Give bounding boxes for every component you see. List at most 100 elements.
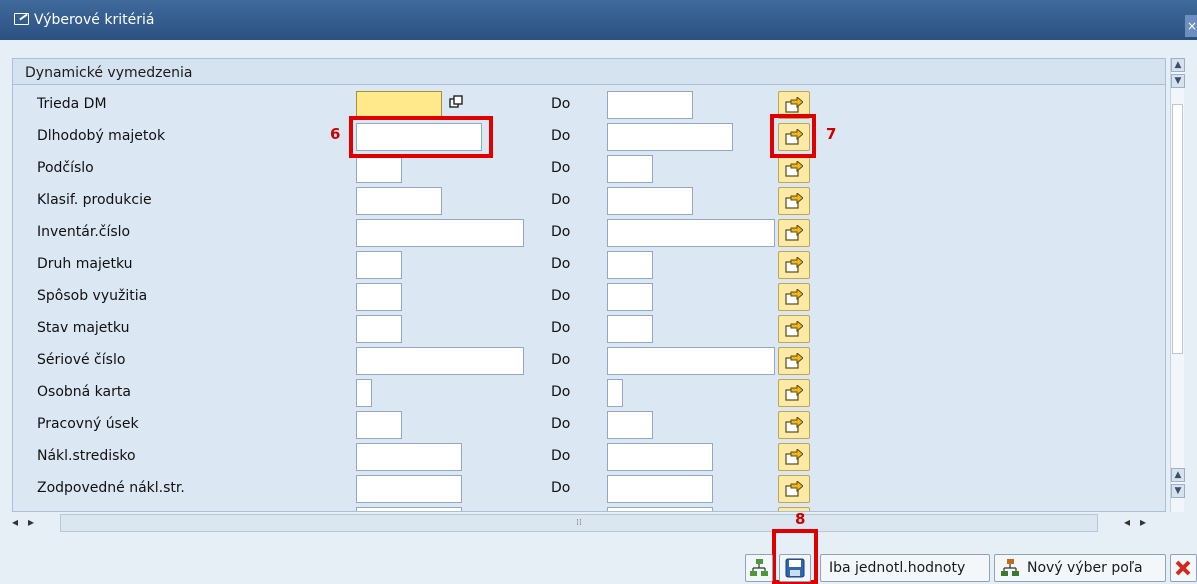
arrow-right-icon [785, 225, 803, 241]
window-icon [14, 13, 29, 25]
multiple-selection-button[interactable] [778, 475, 810, 503]
to-label: Do [551, 384, 571, 400]
highlight-box-6 [349, 116, 493, 158]
multiple-selection-button[interactable] [778, 443, 810, 471]
to-label: Do [551, 128, 571, 144]
scroll-right-icon[interactable]: ▸ [1140, 515, 1146, 529]
field-label: Nákl.stredisko [37, 448, 136, 464]
to-label: Do [551, 416, 571, 432]
partial-to-input[interactable] [607, 507, 713, 511]
production-class-from-input[interactable] [356, 187, 442, 215]
arrow-right-icon [785, 417, 803, 433]
scroll-down-icon[interactable]: ▼ [1171, 74, 1185, 88]
work-section-to-input[interactable] [607, 411, 653, 439]
usage-to-input[interactable] [607, 283, 653, 311]
highlight-box-7 [770, 114, 816, 158]
multiple-selection-button[interactable] [778, 155, 810, 183]
save-button[interactable] [779, 554, 811, 582]
panel-header: Dynamické vymedzenia [13, 59, 1165, 85]
subnumber-from-input[interactable] [356, 155, 402, 183]
vertical-scrollbar[interactable]: ▲ ▼ ▲ ▼ [1170, 58, 1185, 512]
criteria-row: Klasif. produkcie Do [13, 185, 1165, 217]
production-class-to-input[interactable] [607, 187, 693, 215]
personnel-card-to-input[interactable] [607, 379, 623, 407]
criteria-row-partial [13, 505, 1165, 511]
criteria-row: Podčíslo Do [13, 153, 1165, 185]
to-label: Do [551, 224, 571, 240]
close-icon[interactable]: × [1185, 15, 1197, 37]
to-label: Do [551, 480, 571, 496]
asset-status-from-input[interactable] [356, 315, 402, 343]
scroll-left-icon[interactable]: ◂ [12, 515, 18, 529]
criteria-row: Dlhodobý majetok Do [13, 121, 1165, 153]
new-selection-label: Nový výber poľa [1027, 560, 1143, 576]
multiple-selection-button[interactable] [778, 187, 810, 215]
scroll-thumb[interactable]: ⁞⁞ [60, 514, 1098, 532]
arrow-right-icon [785, 481, 803, 497]
field-label: Dlhodobý majetok [37, 128, 166, 144]
criteria-row: Osobná karta Do [13, 377, 1165, 409]
asset-class-from-input[interactable] [356, 91, 442, 119]
title-bar: Výberové kritériá × [0, 0, 1197, 40]
window-title: Výberové kritériá [34, 12, 155, 28]
asset-status-to-input[interactable] [607, 315, 653, 343]
field-label: Trieda DM [37, 96, 107, 112]
serial-number-from-input[interactable] [356, 347, 524, 375]
new-field-selection-button[interactable]: Nový výber poľa [994, 554, 1166, 582]
partial-from-input[interactable] [356, 507, 462, 511]
multiple-selection-button[interactable] [778, 251, 810, 279]
responsible-cost-center-to-input[interactable] [607, 475, 713, 503]
field-label: Spôsob využitia [37, 288, 148, 304]
arrow-right-icon [785, 321, 803, 337]
work-section-from-input[interactable] [356, 411, 402, 439]
asset-type-to-input[interactable] [607, 251, 653, 279]
scroll-up-icon[interactable]: ▲ [1171, 468, 1185, 482]
criteria-row: Sériové číslo Do [13, 345, 1165, 377]
multiple-selection-button[interactable] [778, 347, 810, 375]
criteria-row: Stav majetku Do [13, 313, 1165, 345]
cost-center-to-input[interactable] [607, 443, 713, 471]
annotation-7: 7 [826, 125, 837, 143]
scroll-right-icon[interactable]: ▸ [28, 515, 34, 529]
multiple-selection-icon[interactable] [449, 95, 463, 109]
scroll-left-icon[interactable]: ◂ [1124, 515, 1130, 529]
arrow-right-icon [785, 97, 803, 113]
scroll-up-icon[interactable]: ▲ [1171, 58, 1185, 72]
to-label: Do [551, 288, 571, 304]
save-icon [785, 558, 805, 578]
asset-type-from-input[interactable] [356, 251, 402, 279]
cancel-icon [1175, 560, 1191, 576]
responsible-cost-center-from-input[interactable] [356, 475, 462, 503]
multiple-selection-button[interactable] [778, 283, 810, 311]
multiple-selection-button[interactable] [778, 379, 810, 407]
subnumber-to-input[interactable] [607, 155, 653, 183]
horizontal-scrollbar[interactable]: ◂ ▸ ⁞⁞ ◂ ▸ [12, 514, 1166, 532]
to-label: Do [551, 256, 571, 272]
usage-from-input[interactable] [356, 283, 402, 311]
criteria-row: Druh majetku Do [13, 249, 1165, 281]
cancel-button[interactable] [1170, 554, 1197, 582]
fixed-asset-to-input[interactable] [607, 123, 733, 151]
asset-class-to-input[interactable] [607, 91, 693, 119]
field-label: Sériové číslo [37, 352, 126, 368]
to-label: Do [551, 448, 571, 464]
scroll-down-icon[interactable]: ▼ [1171, 484, 1185, 498]
field-label: Osobná karta [37, 384, 131, 400]
inventory-number-from-input[interactable] [356, 219, 524, 247]
hierarchy-icon [1001, 559, 1019, 576]
structure-button[interactable] [745, 554, 773, 582]
annotation-6: 6 [330, 125, 341, 143]
multiple-selection-button[interactable] [778, 219, 810, 247]
personnel-card-from-input[interactable] [356, 379, 372, 407]
multiple-selection-button[interactable] [778, 411, 810, 439]
scroll-thumb[interactable] [1172, 104, 1183, 354]
selection-criteria-window: Výberové kritériá × Dynamické vymedzenia… [0, 0, 1197, 584]
multiple-selection-button[interactable] [778, 315, 810, 343]
arrow-right-icon [785, 385, 803, 401]
cost-center-from-input[interactable] [356, 443, 462, 471]
inventory-number-to-input[interactable] [607, 219, 775, 247]
single-values-button[interactable]: Iba jednotl.hodnoty [820, 554, 990, 582]
field-label: Druh majetku [37, 256, 133, 272]
serial-number-to-input[interactable] [607, 347, 775, 375]
field-label: Klasif. produkcie [37, 192, 152, 208]
